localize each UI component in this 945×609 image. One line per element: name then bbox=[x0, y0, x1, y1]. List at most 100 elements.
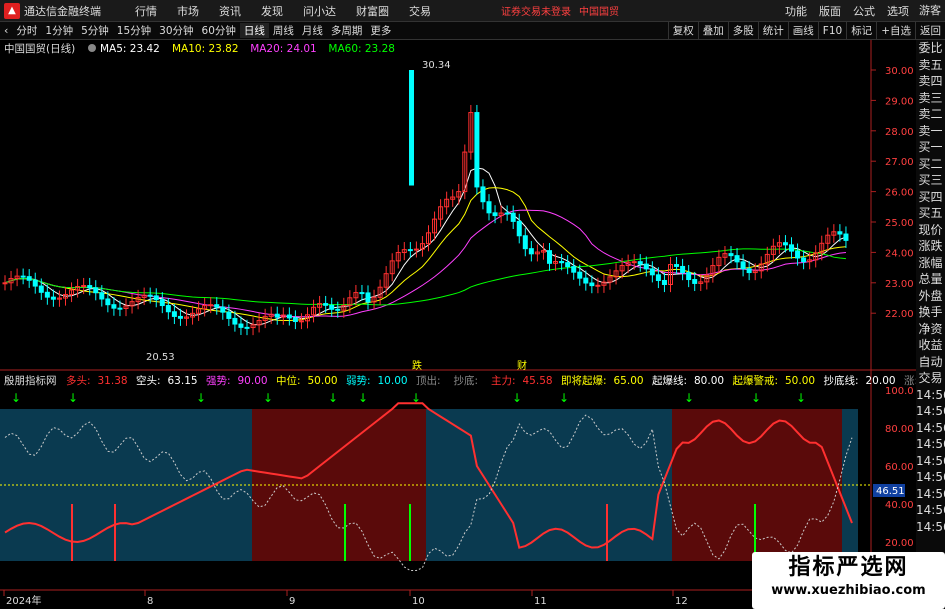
zone-band bbox=[252, 409, 426, 561]
quote-sidebar: 委比 卖五 卖四 卖三 卖二 卖一 买一 买二 买三 买四 买五 现价 涨跌 涨幅 总量 外盘 换手 净资 收益 自动… bbox=[916, 40, 945, 570]
indicator-panel[interactable]: 100.0 80.00 60.00 40.00 20.00 ↓ ↓ ↓ ↓ ↓ ↓ ↓ ↓ ↓ ↓ ↓ ↓ bbox=[0, 386, 914, 571]
period-weekly[interactable]: 周线 bbox=[269, 23, 298, 38]
menu-discover[interactable]: 发现 bbox=[251, 3, 293, 19]
period-multi[interactable]: 多周期 bbox=[327, 23, 367, 38]
menu-options[interactable]: 选项 bbox=[881, 3, 915, 19]
period-monthly[interactable]: 月线 bbox=[298, 23, 327, 38]
period-60min[interactable]: 60分钟 bbox=[198, 23, 240, 38]
btn-return[interactable]: 返回 bbox=[915, 22, 945, 40]
menu-news[interactable]: 资讯 bbox=[209, 3, 251, 19]
menu-market[interactable]: 市场 bbox=[167, 3, 209, 19]
price-tick-label: 26.00 bbox=[885, 188, 914, 199]
candle-body bbox=[565, 262, 571, 268]
btn-mark[interactable]: 标记 bbox=[846, 22, 876, 40]
ma-label: MA20: 24.01 bbox=[250, 43, 317, 55]
btn-draw-line[interactable]: 画线 bbox=[787, 22, 818, 40]
sidebar-field: 14:56 bbox=[916, 387, 945, 402]
menu-quotes[interactable]: 行情 bbox=[125, 3, 167, 19]
period-5min[interactable]: 5分钟 bbox=[77, 23, 113, 38]
period-toolbar: ‹ 分时 1分钟 5分钟 15分钟 30分钟 60分钟 日线 周线 月线 多周期… bbox=[0, 22, 945, 40]
sidebar-field: 卖一 bbox=[918, 123, 943, 138]
down-arrow-icon: ↓ bbox=[263, 391, 273, 405]
time-label: 2024年 bbox=[6, 594, 41, 607]
watermark: 指标严选网 www.xuezhibiao.com bbox=[752, 552, 945, 609]
candle-body bbox=[232, 317, 238, 325]
down-arrow-icon: ↓ bbox=[411, 391, 421, 405]
indicator-name: 殷朋指标网 bbox=[4, 374, 57, 387]
kline-chart[interactable]: 30.00 29.00 28.00 27.00 26.00 25.00 24.00 23.00… bbox=[0, 40, 945, 609]
indicator-value: 20.00 bbox=[866, 375, 896, 387]
btn-overlay[interactable]: 叠加 bbox=[697, 22, 728, 40]
sidebar-field: 总量 bbox=[918, 272, 943, 286]
candle-body bbox=[413, 248, 419, 251]
period-30min[interactable]: 30分钟 bbox=[155, 23, 197, 38]
indicator-value: 65.00 bbox=[614, 375, 644, 387]
price-tick-label: 30.00 bbox=[885, 66, 914, 77]
indicator-key: 空头: bbox=[136, 374, 161, 387]
indicator-value: 10.00 bbox=[378, 375, 408, 387]
candle-body bbox=[38, 285, 44, 293]
candle-body bbox=[782, 242, 788, 246]
btn-restore-rights[interactable]: 复权 bbox=[667, 22, 698, 40]
candle-body bbox=[692, 279, 698, 284]
price-tick-label: 25.00 bbox=[885, 218, 914, 229]
stock-name-header: 中国国贸 bbox=[579, 7, 619, 18]
candle-body bbox=[643, 263, 649, 270]
sidebar-field: 14:56 bbox=[916, 470, 945, 484]
menu-function[interactable]: 功能 bbox=[779, 3, 813, 19]
watermark-title: 指标严选网 bbox=[788, 555, 909, 580]
menu-trade[interactable]: 交易 bbox=[399, 3, 441, 19]
period-more[interactable]: 更多 bbox=[366, 23, 395, 38]
menu-ask[interactable]: 问小达 bbox=[293, 3, 346, 19]
down-arrow-icon: ↓ bbox=[684, 391, 694, 405]
candle-body bbox=[159, 299, 165, 307]
menu-formula[interactable]: 公式 bbox=[847, 3, 881, 19]
down-arrow-icon: ↓ bbox=[11, 391, 21, 405]
candle-body bbox=[2, 282, 8, 285]
candle-body bbox=[583, 277, 589, 284]
candle-body bbox=[571, 266, 577, 273]
back-arrow-icon[interactable]: ‹ bbox=[0, 24, 12, 37]
candle-body bbox=[801, 257, 807, 263]
btn-f10[interactable]: F10 bbox=[817, 22, 846, 40]
indicator-tick-label: 100.0 bbox=[885, 386, 914, 397]
low-price-label: 20.53 bbox=[146, 352, 175, 363]
btn-add-favorite[interactable]: +自选 bbox=[876, 22, 915, 40]
candle-body bbox=[559, 261, 565, 264]
candle-body bbox=[359, 292, 365, 295]
price-panel[interactable] bbox=[0, 40, 916, 370]
candle-body bbox=[480, 186, 486, 203]
indicator-key: 抄底线: bbox=[824, 374, 859, 387]
settings-dropdown-icon[interactable] bbox=[88, 44, 96, 52]
sidebar-field: 14:56 bbox=[916, 503, 945, 517]
btn-multi-stock[interactable]: 多股 bbox=[727, 22, 758, 40]
user-label[interactable]: 游客 bbox=[919, 0, 941, 22]
period-daily[interactable]: 日线 bbox=[239, 23, 269, 38]
indicator-key: 顶出: bbox=[416, 374, 441, 387]
sidebar-field: 买二 bbox=[918, 156, 943, 171]
candle-body bbox=[111, 304, 117, 309]
indicator-tick-label: 20.00 bbox=[885, 538, 914, 549]
period-15min[interactable]: 15分钟 bbox=[113, 23, 155, 38]
candle-body bbox=[595, 284, 601, 287]
period-intraday[interactable]: 分时 bbox=[12, 23, 41, 38]
down-arrow-icon: ↓ bbox=[559, 391, 569, 405]
price-tick-label: 29.00 bbox=[885, 96, 914, 107]
menu-wealth[interactable]: 财富圈 bbox=[346, 3, 399, 19]
indicator-tick-label: 60.00 bbox=[885, 462, 914, 473]
menu-layout[interactable]: 版面 bbox=[813, 3, 847, 19]
sidebar-field: 14:56 bbox=[916, 453, 945, 468]
login-notice[interactable]: 证券交易未登录 bbox=[501, 3, 571, 18]
candle-body bbox=[407, 249, 413, 252]
sidebar-field: 外盘 bbox=[918, 288, 943, 303]
sidebar-field: 现价 bbox=[918, 222, 943, 237]
sidebar-field: 涨跌 bbox=[918, 239, 943, 253]
btn-stats[interactable]: 统计 bbox=[757, 22, 788, 40]
down-arrow-icon: ↓ bbox=[196, 391, 206, 405]
candle-body bbox=[740, 261, 746, 270]
candle-body bbox=[843, 233, 849, 241]
indicator-values: 多头: 31.38 空头: 63.15 强势: 90.00 中位: 50.00 弱势: 10.00… bbox=[66, 374, 945, 387]
indicator-key: 抄底: bbox=[454, 374, 479, 387]
period-1min[interactable]: 1分钟 bbox=[41, 23, 77, 38]
candle-body bbox=[286, 314, 292, 319]
